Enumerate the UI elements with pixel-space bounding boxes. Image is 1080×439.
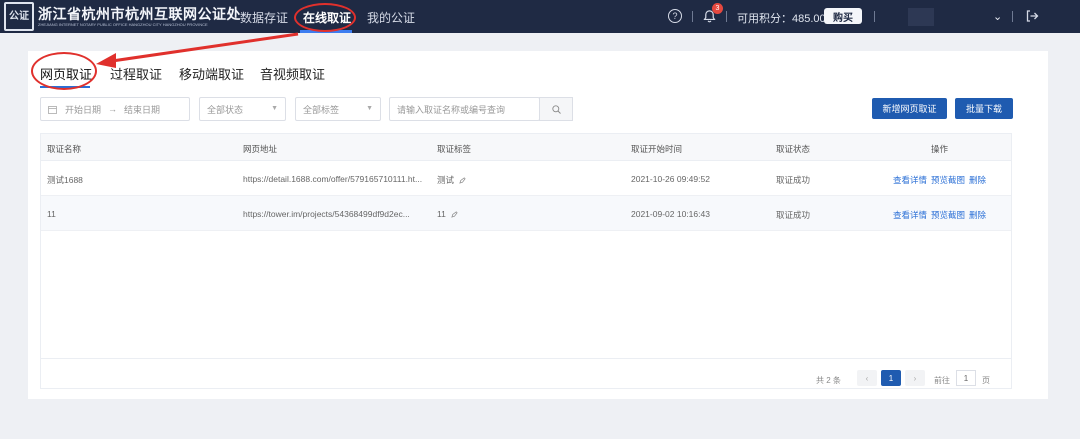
evidence-start-time: 2021-10-26 09:49:52 — [631, 174, 710, 184]
tag-text: 11 — [437, 209, 446, 219]
divider — [726, 11, 727, 22]
search-input[interactable]: 请输入取证名称或编号查询 — [389, 97, 540, 121]
next-page-button[interactable]: › — [905, 370, 925, 386]
preview-screenshot-link[interactable]: 预览截图 — [931, 174, 965, 186]
page-suffix: 页 — [982, 376, 990, 385]
divider — [874, 11, 875, 22]
tag-select-value: 全部标签 — [303, 104, 340, 115]
chevron-down-icon: ▼ — [271, 105, 278, 112]
page-number-button[interactable]: 1 — [881, 370, 901, 386]
evidence-tag: 11 — [437, 209, 458, 219]
logo-seal: 公证 — [4, 2, 34, 31]
evidence-status: 取证成功 — [776, 175, 811, 185]
end-date-input[interactable]: 结束日期 — [124, 103, 160, 116]
date-range-picker[interactable]: 开始日期 → 结束日期 — [40, 97, 190, 121]
notification-badge: 3 — [712, 3, 723, 14]
status-select[interactable]: 全部状态 ▼ — [199, 97, 286, 121]
tab-process-evidence[interactable]: 过程取证 — [110, 64, 162, 83]
buy-button[interactable]: 购买 — [824, 8, 862, 24]
preview-screenshot-link[interactable]: 预览截图 — [931, 209, 965, 221]
evidence-url: https://detail.1688.com/offer/5791657101… — [243, 174, 423, 184]
column-header: 取证状态 — [776, 144, 811, 154]
tab-mobile-evidence[interactable]: 移动端取证 — [179, 64, 244, 83]
column-header: 取证标签 — [437, 144, 472, 154]
logo-subtitle: ZHEJIANG INTERNET NOTARY PUBLIC OFFICE H… — [38, 22, 208, 27]
pagination-total: 共 2 条 — [816, 376, 841, 385]
edit-icon[interactable] — [451, 211, 458, 218]
date-separator: → — [108, 104, 118, 114]
annotation-circle-nav — [294, 3, 356, 32]
batch-download-button[interactable]: 批量下载 — [955, 98, 1013, 119]
evidence-name: 测试1688 — [47, 175, 83, 185]
search-icon — [551, 104, 561, 114]
delete-link[interactable]: 删除 — [969, 209, 986, 221]
evidence-tag: 测试 — [437, 174, 466, 186]
annotation-circle-tab — [31, 52, 97, 90]
chevron-down-icon: ▼ — [366, 105, 373, 112]
column-header: 网页地址 — [243, 144, 278, 154]
divider — [692, 11, 693, 22]
view-details-link[interactable]: 查看详情 — [893, 209, 927, 221]
table-row: 测试1688 https://detail.1688.com/offer/579… — [41, 161, 1011, 196]
evidence-name: 11 — [47, 209, 56, 219]
view-details-link[interactable]: 查看详情 — [893, 174, 927, 186]
goto-label: 前往 — [934, 376, 950, 385]
table-header: 取证名称 网页地址 取证标签 取证开始时间 取证状态 操作 — [41, 134, 1011, 161]
top-navbar: 公证 浙江省杭州市杭州互联网公证处 ZHEJIANG INTERNET NOTA… — [0, 0, 1080, 33]
prev-page-button[interactable]: ‹ — [857, 370, 877, 386]
divider — [1012, 11, 1013, 22]
logout-icon[interactable] — [1025, 9, 1039, 23]
goto-page-input[interactable]: 1 — [956, 370, 976, 386]
help-icon[interactable]: ? — [668, 9, 682, 23]
column-header: 取证名称 — [47, 144, 82, 154]
calendar-icon — [48, 105, 57, 114]
status-select-value: 全部状态 — [207, 104, 244, 115]
new-web-evidence-button[interactable]: 新增网页取证 — [872, 98, 947, 119]
evidence-url: https://tower.im/projects/54368499df9d2e… — [243, 209, 410, 219]
tag-text: 测试 — [437, 175, 455, 185]
start-date-input[interactable]: 开始日期 — [65, 103, 101, 116]
search-button[interactable] — [539, 97, 573, 121]
tab-av-evidence[interactable]: 音视频取证 — [260, 64, 325, 83]
points-balance: 可用积分：485.00 — [737, 13, 826, 25]
search-placeholder: 请输入取证名称或编号查询 — [397, 104, 506, 115]
edit-icon[interactable] — [459, 177, 466, 184]
column-header: 取证开始时间 — [631, 144, 683, 154]
tag-select[interactable]: 全部标签 ▼ — [295, 97, 381, 121]
evidence-start-time: 2021-09-02 10:16:43 — [631, 209, 710, 219]
divider — [41, 358, 1011, 359]
delete-link[interactable]: 删除 — [969, 174, 986, 186]
column-header: 操作 — [931, 144, 949, 154]
table-row: 11 https://tower.im/projects/54368499df9… — [41, 196, 1011, 231]
nav-my-notary[interactable]: 我的公证 — [367, 9, 415, 26]
nav-data-deposit[interactable]: 数据存证 — [240, 9, 288, 26]
evidence-table: 取证名称 网页地址 取证标签 取证开始时间 取证状态 操作 测试1688 htt… — [40, 133, 1012, 389]
chevron-down-icon[interactable]: ⌄ — [993, 10, 1002, 23]
avatar[interactable] — [908, 8, 934, 26]
evidence-status: 取证成功 — [776, 210, 811, 220]
logo-title: 浙江省杭州市杭州互联网公证处 — [38, 8, 241, 23]
